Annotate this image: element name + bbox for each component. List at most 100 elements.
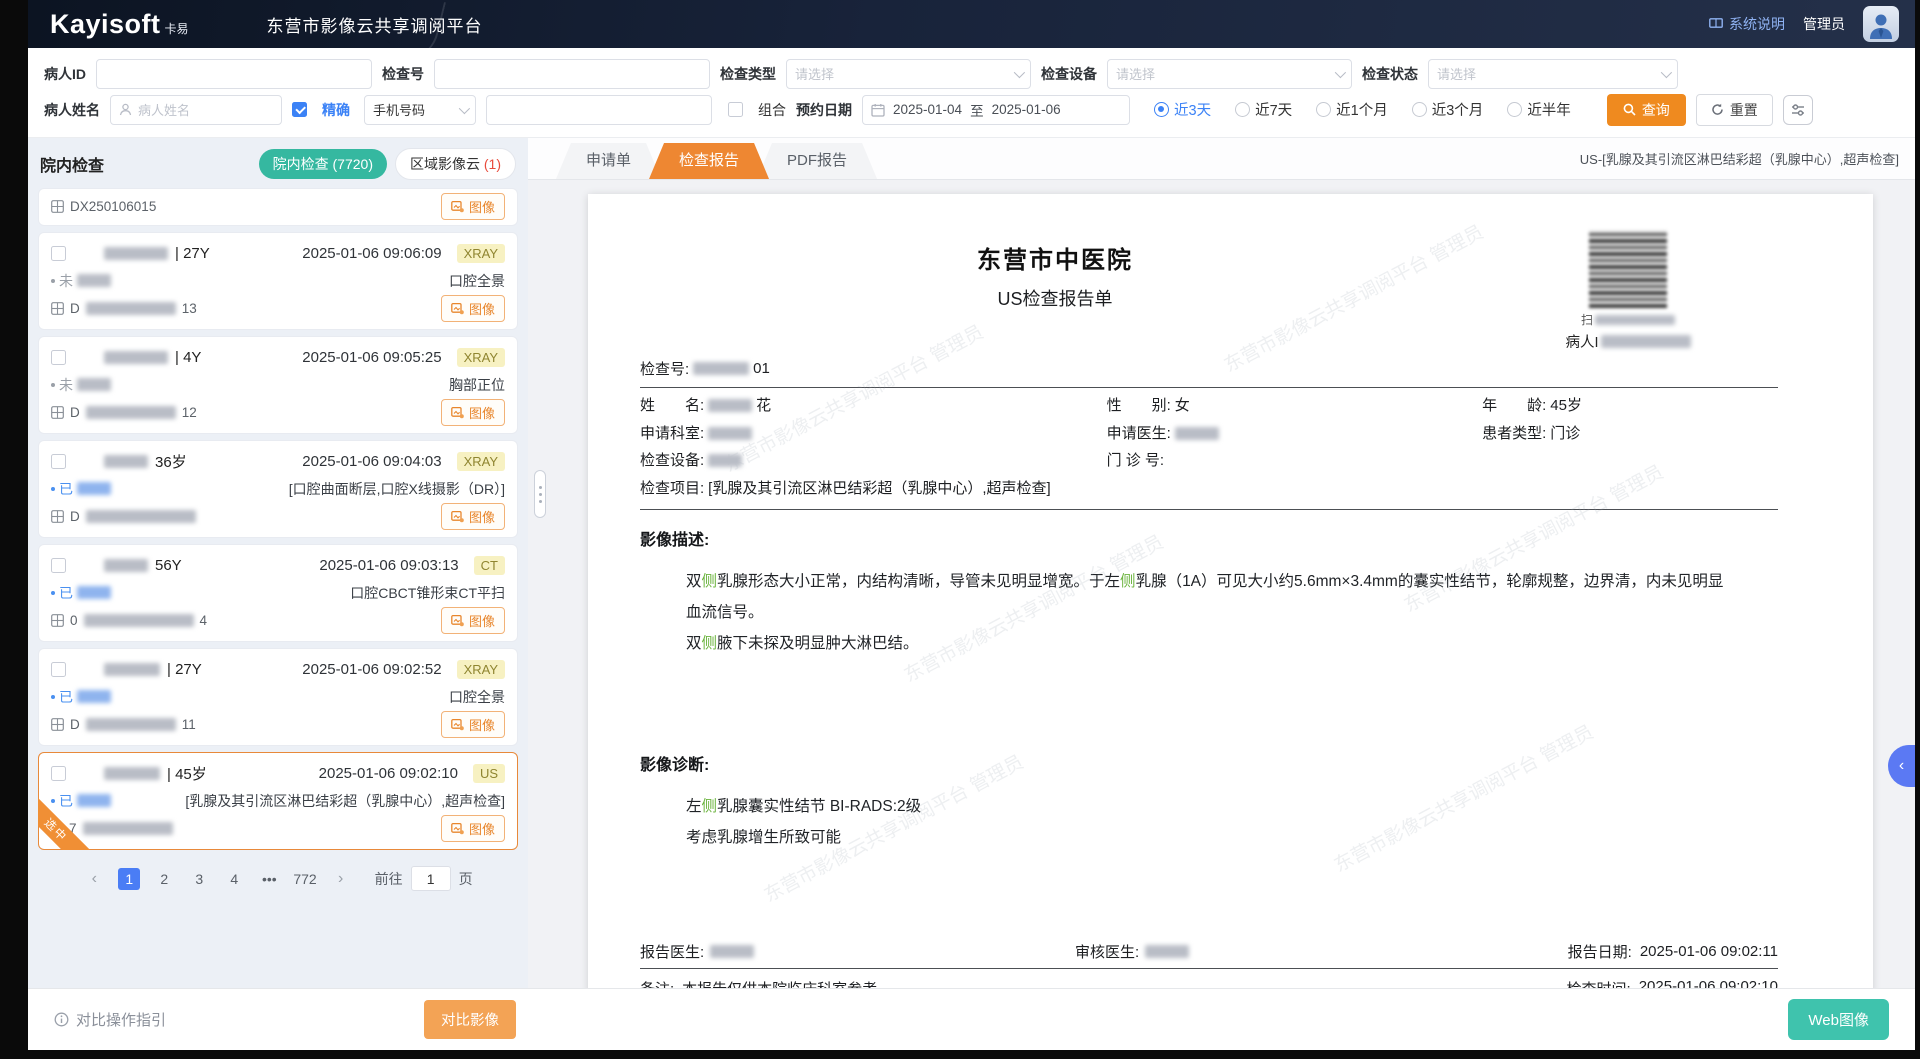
date-range-input[interactable]: 2025-01-04 至 2025-01-06 xyxy=(862,95,1130,125)
combo-checkbox[interactable] xyxy=(728,102,743,117)
exam-list-panel: 院内检查 院内检查 (7720) 区域影像云 (1) DX250106015 图… xyxy=(28,138,528,988)
accession-suffix: 4 xyxy=(200,613,208,628)
patient-id-input[interactable] xyxy=(96,59,372,89)
quick-range-7d[interactable]: 近7天 xyxy=(1235,99,1306,120)
tab-pdf-report[interactable]: PDF报告 xyxy=(757,143,877,179)
exam-card[interactable]: | 4Y 2025-01-06 09:05:25 XRAY 未 胸部正位 D12… xyxy=(38,336,518,434)
status-prefix: 已 xyxy=(59,687,73,707)
page-4-button[interactable]: 4 xyxy=(223,868,245,890)
tab-hospital-exams[interactable]: 院内检查 (7720) xyxy=(259,149,387,179)
info-icon xyxy=(54,1012,69,1027)
user-avatar[interactable] xyxy=(1863,6,1899,42)
phone-input[interactable] xyxy=(486,95,712,125)
exam-card[interactable]: | 27Y 2025-01-06 09:02:52 XRAY 已 口腔全景 D1… xyxy=(38,648,518,746)
exam-checkbox[interactable] xyxy=(51,558,66,573)
name-suffix: 花 xyxy=(756,392,771,420)
more-pages-ellipsis[interactable]: ••• xyxy=(258,868,280,890)
redacted-name xyxy=(708,399,752,412)
tab-exam-report[interactable]: 检查报告 xyxy=(649,143,769,179)
query-button[interactable]: 查询 xyxy=(1607,94,1686,126)
brand-logo: Kayisoft 卡易 xyxy=(50,9,189,40)
exam-card[interactable]: 36岁 2025-01-06 09:04:03 XRAY 已 [口腔曲面断层,口… xyxy=(38,440,518,538)
redacted-accession xyxy=(86,510,196,523)
goto-page-input[interactable] xyxy=(411,866,451,891)
page-3-button[interactable]: 3 xyxy=(188,868,210,890)
redacted-patient-id xyxy=(1601,335,1691,348)
exam-card-selected[interactable]: | 45岁 2025-01-06 09:02:10 US 已 [乳腺及其引流区淋… xyxy=(38,752,518,850)
redacted-status xyxy=(77,378,111,391)
web-image-button[interactable]: Web图像 xyxy=(1788,999,1889,1040)
patient-age: 27Y xyxy=(175,661,202,678)
exam-device-placeholder: 请选择 xyxy=(1116,64,1155,83)
patient-id-label: 病人ID xyxy=(44,64,86,84)
exam-checkbox[interactable] xyxy=(51,662,66,677)
patient-age: 56Y xyxy=(155,557,182,574)
note-label: 备注: xyxy=(640,978,674,988)
exam-device-select[interactable]: 请选择 xyxy=(1107,59,1352,89)
phone-field-select[interactable]: 手机号码 xyxy=(364,95,476,125)
tab-regional-cloud[interactable]: 区域影像云 (1) xyxy=(395,148,516,180)
report-doctor-label: 报告医生: xyxy=(640,941,704,962)
redacted-exam-no xyxy=(693,362,749,375)
main-content: 院内检查 院内检查 (7720) 区域影像云 (1) DX250106015 图… xyxy=(28,138,1915,988)
tab-application-form[interactable]: 申请单 xyxy=(556,143,661,179)
film-grid-icon xyxy=(51,200,64,213)
image-button-label: 图像 xyxy=(469,819,495,838)
quick-range-3m[interactable]: 近3个月 xyxy=(1412,99,1498,120)
exam-name: 口腔全景 xyxy=(449,271,505,291)
tab-regional-cloud-count: (1) xyxy=(484,156,501,172)
report-panel: 申请单 检查报告 PDF报告 US-[乳腺及其引流区淋巴结彩超（乳腺中心）,超声… xyxy=(528,138,1915,988)
compare-images-button[interactable]: 对比影像 xyxy=(424,1000,516,1039)
exam-status-select[interactable]: 请选择 xyxy=(1428,59,1678,89)
reset-button[interactable]: 重置 xyxy=(1696,94,1773,126)
exam-checkbox[interactable] xyxy=(51,246,66,261)
panel-resize-grip[interactable] xyxy=(534,470,546,518)
next-page-button[interactable]: › xyxy=(330,868,352,890)
date-from-value: 2025-01-04 xyxy=(893,102,962,117)
patient-name-input[interactable]: 病人姓名 xyxy=(110,95,282,125)
refresh-icon xyxy=(1711,103,1724,116)
goto-label: 前往 xyxy=(375,869,403,889)
exam-card-partial[interactable]: DX250106015 图像 xyxy=(38,188,518,226)
exam-checkbox[interactable] xyxy=(51,454,66,469)
image-button[interactable]: 图像 xyxy=(441,399,505,426)
exam-card[interactable]: | 27Y 2025-01-06 09:06:09 XRAY 未 口腔全景 D1… xyxy=(38,232,518,330)
image-button[interactable]: 图像 xyxy=(441,815,505,842)
page-last-button[interactable]: 772 xyxy=(293,868,316,890)
page-2-button[interactable]: 2 xyxy=(153,868,175,890)
exam-status-placeholder: 请选择 xyxy=(1437,64,1476,83)
image-button[interactable]: 图像 xyxy=(441,711,505,738)
request-doctor-label: 申请医生: xyxy=(1107,420,1171,448)
exam-card[interactable]: 56Y 2025-01-06 09:03:13 CT 已 口腔CBCT锥形束CT… xyxy=(38,544,518,642)
image-button[interactable]: 图像 xyxy=(441,503,505,530)
image-button[interactable]: 图像 xyxy=(441,193,505,220)
image-button[interactable]: 图像 xyxy=(441,607,505,634)
logo-suffix: 卡易 xyxy=(165,20,189,37)
exam-checkbox[interactable] xyxy=(51,766,66,781)
patient-avatar xyxy=(73,657,97,681)
date-separator: 至 xyxy=(970,100,984,120)
compare-guide-link[interactable]: 对比操作指引 xyxy=(54,1009,166,1030)
quick-range-3d[interactable]: 近3天 xyxy=(1154,99,1225,120)
prev-page-button[interactable]: ‹ xyxy=(83,868,105,890)
page-1-button[interactable]: 1 xyxy=(118,868,140,890)
film-grid-icon xyxy=(51,510,64,523)
redacted-patient-name xyxy=(104,767,160,780)
exact-match-checkbox[interactable] xyxy=(292,102,307,117)
patient-avatar xyxy=(73,761,97,785)
pagination: ‹ 1 2 3 4 ••• 772 › 前往 页 xyxy=(38,866,518,891)
quick-range-6m[interactable]: 近半年 xyxy=(1507,99,1585,120)
exam-checkbox[interactable] xyxy=(51,350,66,365)
exam-no-input[interactable] xyxy=(434,59,710,89)
image-button[interactable]: 图像 xyxy=(441,295,505,322)
exam-type-select[interactable]: 请选择 xyxy=(786,59,1031,89)
separator: | xyxy=(167,661,171,678)
name-label: 姓 名: xyxy=(640,392,704,420)
system-help-link[interactable]: 系统说明 xyxy=(1709,14,1785,34)
patient-avatar xyxy=(73,345,97,369)
exam-no-label: 检查号: xyxy=(640,358,689,379)
gender-label: 性 别: xyxy=(1107,392,1171,420)
column-settings-button[interactable] xyxy=(1783,95,1813,125)
modality-badge: CT xyxy=(474,556,505,575)
quick-range-1m[interactable]: 近1个月 xyxy=(1316,99,1402,120)
